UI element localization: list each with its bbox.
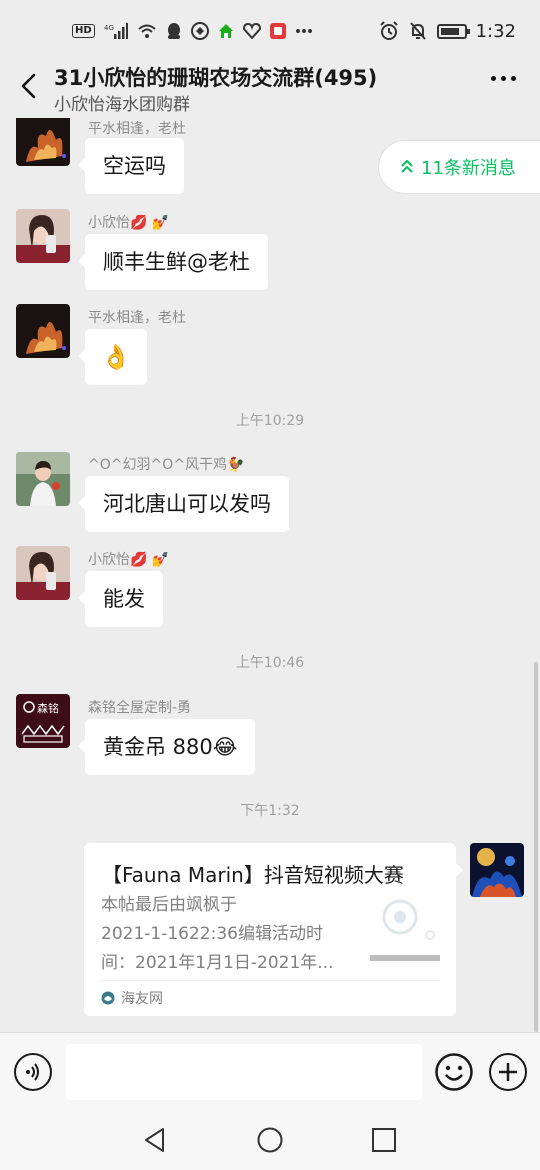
voice-icon bbox=[26, 1063, 39, 1081]
battery-icon bbox=[436, 23, 470, 39]
card-divider bbox=[100, 980, 440, 981]
sender-name: 平水相逢，老杜 bbox=[88, 121, 186, 137]
flame-avatar[interactable] bbox=[16, 118, 70, 166]
new-messages-button[interactable]: 11条新消息 bbox=[378, 140, 540, 194]
4g-signal-icon: 4G bbox=[104, 23, 128, 39]
message-bubble[interactable]: 空运吗 bbox=[78, 138, 184, 194]
my-avatar[interactable] bbox=[470, 843, 524, 897]
input-bar bbox=[0, 1032, 540, 1110]
qq-icon bbox=[166, 22, 182, 40]
message-bubble[interactable]: 黄金吊 880😂 bbox=[77, 719, 256, 775]
flame-avatar[interactable] bbox=[16, 304, 70, 358]
card-title: 【Fauna Marin】抖音短视频大赛 bbox=[102, 863, 404, 887]
alarm-icon bbox=[379, 21, 399, 41]
smiley-icon bbox=[435, 1053, 473, 1091]
status-time: 1:32 bbox=[475, 20, 516, 42]
scrollbar[interactable] bbox=[534, 662, 538, 1032]
hd-icon: HD bbox=[72, 24, 95, 38]
message-list[interactable]: 平水相逢，老杜 空运吗 小欣怡💋 💅 顺丰生鲜@老杜 平水相逢，老杜 👌 上午1… bbox=[0, 118, 540, 1032]
home-app-icon bbox=[218, 23, 234, 39]
card-source-name: 海友网 bbox=[121, 991, 163, 1007]
system-recent-apps-icon[interactable] bbox=[370, 1126, 398, 1154]
source-logo-icon bbox=[101, 991, 115, 1005]
more-notifications-icon bbox=[295, 28, 313, 34]
message-bubble[interactable]: 河北唐山可以发吗 bbox=[78, 476, 289, 532]
back-button[interactable] bbox=[12, 70, 44, 102]
shared-link-card[interactable]: 【Fauna Marin】抖音短视频大赛 本帖最后由飒枫于 2021-1-162… bbox=[84, 843, 463, 1016]
message-bubble[interactable]: 顺丰生鲜@老杜 bbox=[78, 234, 268, 290]
card-desc-line: 间：2021年1月1日-2021年... bbox=[101, 953, 334, 973]
logo-text: 森铭 bbox=[37, 701, 59, 715]
shield-app-icon bbox=[242, 23, 261, 39]
plus-icon bbox=[499, 1063, 517, 1081]
timestamp: 上午10:46 bbox=[235, 655, 305, 671]
network-type-label: 4G bbox=[104, 24, 114, 32]
girl-avatar[interactable] bbox=[16, 209, 70, 263]
timestamp: 下午1:32 bbox=[240, 803, 300, 819]
card-description: 本帖最后由飒枫于 2021-1-1622:36编辑活动时 间：2021年1月1日… bbox=[101, 891, 351, 978]
page-title: 31小欣怡的珊瑚农场交流群(495) bbox=[54, 66, 378, 90]
sender-name: 小欣怡💋 💅 bbox=[88, 552, 170, 568]
wifi-icon bbox=[137, 23, 157, 39]
voice-input-button[interactable] bbox=[14, 1053, 52, 1091]
sender-name: 平水相逢，老杜 bbox=[88, 310, 186, 326]
system-back-icon[interactable] bbox=[141, 1126, 169, 1154]
page-subtitle: 小欣怡海水团购群 bbox=[54, 95, 190, 115]
system-navigation-bar bbox=[0, 1110, 540, 1170]
girl-avatar[interactable] bbox=[16, 546, 70, 600]
status-right: 1:32 bbox=[379, 21, 516, 42]
sender-name: ^O^幻羽^O^风干鸡🐓 bbox=[88, 457, 245, 473]
double-chevron-up-icon bbox=[401, 160, 413, 173]
emoji-button[interactable] bbox=[435, 1053, 473, 1091]
message-bubble[interactable]: 👌 bbox=[78, 329, 147, 385]
status-bar: HD 4G 1:32 bbox=[0, 0, 540, 62]
more-options-button[interactable] bbox=[491, 76, 516, 81]
chevron-left-icon bbox=[21, 73, 36, 99]
red-app-icon bbox=[269, 23, 286, 39]
card-desc-line: 2021-1-1622:36编辑活动时 bbox=[101, 924, 323, 944]
status-left: HD 4G bbox=[72, 22, 313, 40]
message-bubble[interactable]: 能发 bbox=[78, 571, 163, 627]
sender-name: 森铭全屋定制-勇 bbox=[88, 700, 192, 716]
message-input[interactable] bbox=[66, 1044, 422, 1100]
mute-bell-icon bbox=[408, 21, 428, 41]
new-messages-label: 11条新消息 bbox=[421, 158, 516, 179]
more-functions-button[interactable] bbox=[489, 1053, 527, 1091]
child-avatar[interactable] bbox=[16, 452, 70, 506]
system-home-icon[interactable] bbox=[256, 1126, 284, 1154]
card-source: 海友网 bbox=[101, 988, 163, 1008]
senming-logo-avatar[interactable]: 森铭 bbox=[16, 694, 70, 748]
card-desc-line: 本帖最后由飒枫于 bbox=[101, 895, 237, 915]
chat-header: 31小欣怡的珊瑚农场交流群(495) 小欣怡海水团购群 bbox=[0, 62, 540, 118]
timestamp: 上午10:29 bbox=[235, 413, 305, 429]
card-thumbnail bbox=[370, 893, 440, 963]
app-icon bbox=[190, 22, 209, 40]
sender-name: 小欣怡💋 💅 bbox=[88, 215, 170, 231]
